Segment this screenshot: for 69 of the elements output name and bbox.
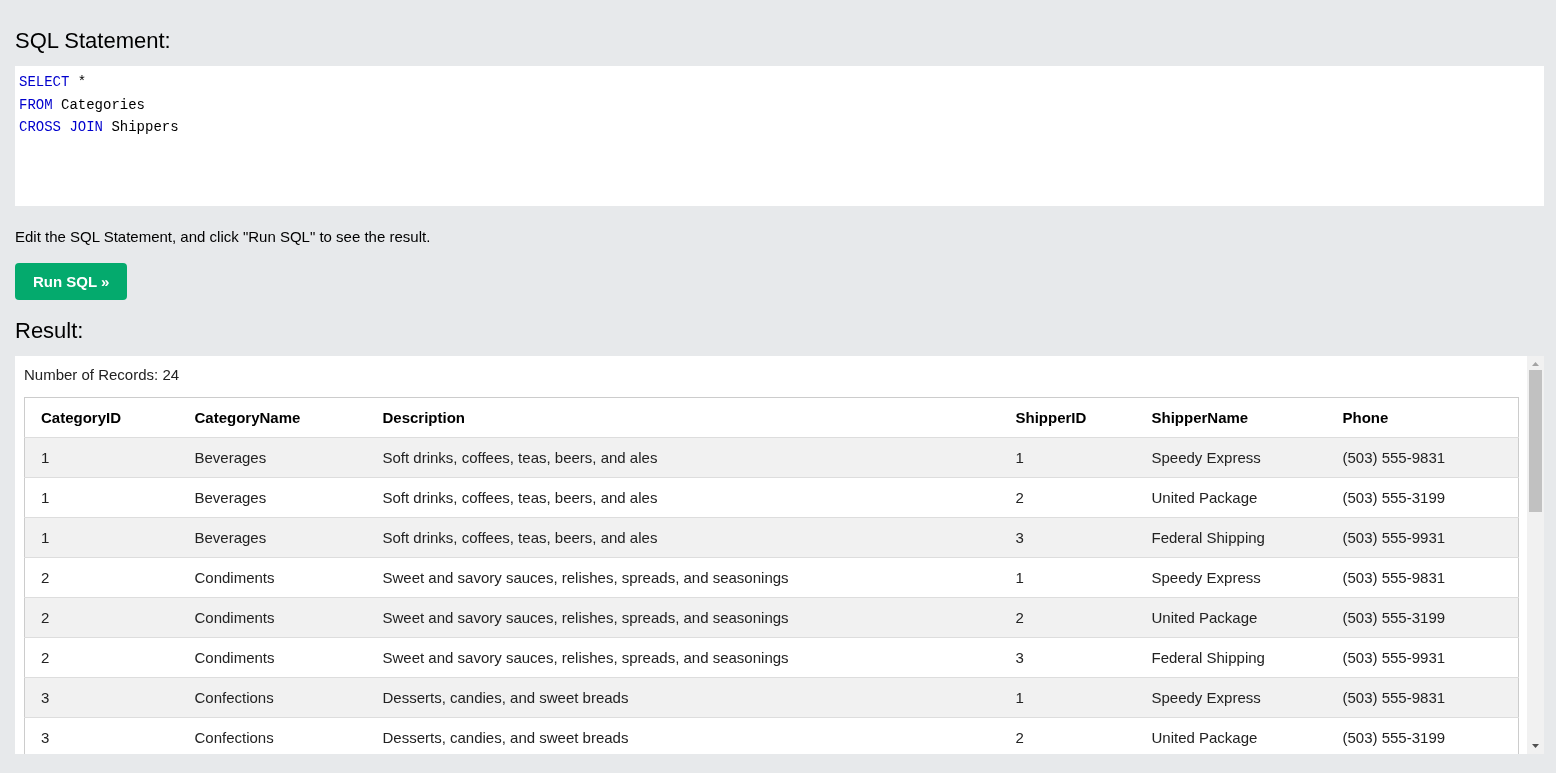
table-cell: Confections [178, 717, 367, 754]
sql-text: Categories [60, 96, 146, 113]
table-cell: Beverages [178, 437, 367, 478]
table-cell: Beverages [178, 517, 367, 558]
table-cell: Speedy Express [1135, 677, 1327, 718]
table-cell: United Package [1135, 717, 1327, 754]
sql-keyword: SELECT [19, 74, 70, 90]
sql-keyword: CROSS JOIN [19, 119, 103, 135]
column-header: ShipperID [999, 397, 1136, 438]
table-cell: Sweet and savory sauces, relishes, spreads, and seasonings [366, 597, 1000, 638]
table-cell: 3 [999, 637, 1136, 678]
table-cell: 2 [999, 597, 1136, 638]
table-cell: 1 [24, 477, 179, 518]
section-heading: Result: [15, 318, 85, 344]
table-cell: Desserts, candies, and sweet breads [366, 717, 1000, 754]
table-cell: 1 [24, 517, 179, 558]
table-cell: (503) 555-9831 [1326, 677, 1519, 718]
table-cell: 1 [999, 437, 1136, 478]
table-cell: Federal Shipping [1135, 517, 1327, 558]
table-cell: (503) 555-9931 [1326, 517, 1519, 558]
column-header: ShipperName [1135, 397, 1327, 438]
table-cell: 3 [24, 717, 179, 754]
table-cell: (503) 555-9931 [1326, 637, 1519, 678]
table-cell: United Package [1135, 597, 1327, 638]
table-cell: United Package [1135, 477, 1327, 518]
sql-text: Shippers [110, 119, 179, 135]
scroll-down-icon[interactable] [1532, 744, 1539, 748]
table-cell: Desserts, candies, and sweet breads [366, 677, 1000, 718]
sql-editor[interactable]: SELECT * FROM Categories CROSS JOIN Shippers [15, 66, 1544, 206]
table-cell: Sweet and savory sauces, relishes, spreads, and seasonings [366, 557, 1000, 598]
table-cell: 2 [24, 597, 179, 638]
table-cell: Soft drinks, coffees, teas, beers, and ales [366, 477, 1000, 518]
table-cell: Federal Shipping [1135, 637, 1327, 678]
sql-keyword: FROM [19, 96, 53, 113]
scrollbar[interactable] [1527, 356, 1544, 754]
table-cell: (503) 555-9831 [1326, 437, 1519, 478]
column-header: CategoryID [24, 397, 179, 438]
table-cell: (503) 555-3199 [1326, 717, 1519, 754]
sql-text: * [76, 74, 87, 90]
table-cell: 3 [24, 677, 179, 718]
table-cell: Beverages [178, 477, 367, 518]
table-cell: (503) 555-3199 [1326, 597, 1519, 638]
table-cell: Speedy Express [1135, 557, 1327, 598]
column-header: Description [366, 397, 1000, 438]
instruction-text: Edit the SQL Statement, and click "Run SQL" to see the result. [15, 228, 432, 245]
table-cell: 1 [999, 677, 1136, 718]
column-header: Phone [1326, 397, 1519, 438]
table-cell: Condiments [178, 557, 367, 598]
table-cell: 2 [24, 637, 179, 678]
table-cell: Soft drinks, coffees, teas, beers, and ales [366, 437, 1000, 478]
table-cell: 3 [999, 517, 1136, 558]
scroll-up-icon[interactable] [1532, 362, 1539, 366]
table-cell: 1 [24, 437, 179, 478]
table-cell: 1 [999, 557, 1136, 598]
record-count: Number of Records: 24 [24, 366, 181, 385]
table-cell: Confections [178, 677, 367, 718]
scrollbar-thumb[interactable] [1529, 370, 1542, 512]
table-cell: Soft drinks, coffees, teas, beers, and ales [366, 517, 1000, 558]
table-cell: (503) 555-3199 [1326, 477, 1519, 518]
table-cell: 2 [24, 557, 179, 598]
table-cell: (503) 555-9831 [1326, 557, 1519, 598]
table-cell: 2 [999, 717, 1136, 754]
table-cell: 2 [999, 477, 1136, 518]
table-cell: Sweet and savory sauces, relishes, spreads, and seasonings [366, 637, 1000, 678]
column-header: CategoryName [178, 397, 367, 438]
table-cell: Condiments [178, 597, 367, 638]
table-cell: Condiments [178, 637, 367, 678]
table-cell: Speedy Express [1135, 437, 1327, 478]
section-heading: SQL Statement: [15, 28, 172, 54]
